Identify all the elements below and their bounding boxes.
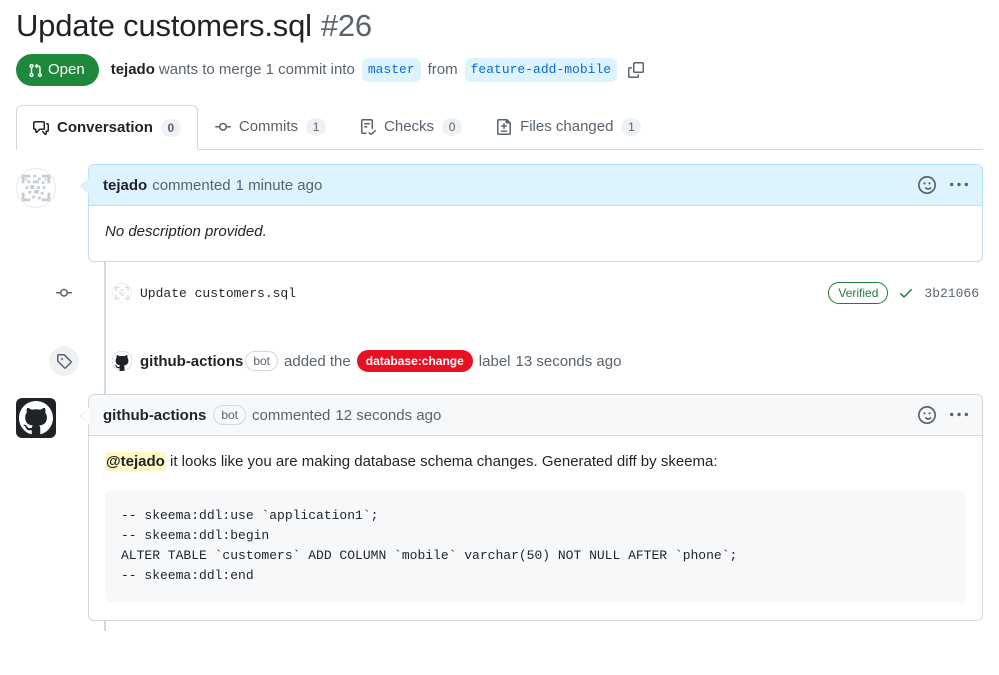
commit-event-row: Update customers.sql Verified 3b21066 [16, 276, 983, 310]
check-icon [898, 285, 914, 301]
label-event-content: github-actions bot added the database:ch… [112, 350, 983, 373]
bot-tag: bot [245, 351, 279, 372]
kebab-horizontal-icon[interactable] [950, 406, 968, 424]
avatar-column [16, 164, 72, 262]
page-title: Update customers.sql #26 [16, 0, 983, 48]
tab-files-changed-count: 1 [621, 117, 642, 136]
comment-timestamp: 1 minute ago [235, 176, 323, 194]
avatar[interactable] [112, 351, 132, 372]
comment-box: tejado commented 1 minute ago No descrip… [80, 164, 983, 263]
tab-files-changed-label: Files changed [520, 118, 614, 135]
smiley-icon[interactable] [918, 176, 936, 194]
head-branch-chip[interactable]: feature-add-mobile [464, 58, 618, 82]
comment-header: tejado commented 1 minute ago [89, 165, 982, 206]
comment-body-text: it looks like you are making database sc… [165, 453, 718, 471]
status-badge-label: Open [48, 61, 85, 78]
pr-tabs: Conversation 0 Commits 1 Checks 0 Files … [16, 104, 983, 150]
comment-author[interactable]: tejado [103, 177, 147, 194]
label-event-icon-col [16, 346, 112, 377]
tab-commits[interactable]: Commits 1 [198, 104, 343, 149]
avatar[interactable] [112, 283, 132, 304]
comment-header-actions [918, 406, 968, 425]
smiley-icon[interactable] [918, 406, 936, 425]
pr-title-text: Update customers.sql [16, 8, 312, 43]
tab-conversation-count: 0 [160, 118, 181, 137]
comment-header: github-actions bot commented 12 seconds … [89, 395, 982, 437]
comment-body: No description provided. [89, 206, 982, 261]
file-diff-icon [496, 118, 512, 135]
tab-checks[interactable]: Checks 0 [343, 104, 479, 149]
label-event-row: github-actions bot added the database:ch… [16, 344, 983, 378]
pr-subheader: Open tejado wants to merge 1 commit into… [16, 54, 983, 86]
comment-body-text: No description provided. [105, 223, 267, 240]
label-event-timestamp: 13 seconds ago [515, 352, 622, 370]
commit-event-icon-col [16, 283, 112, 304]
comment-body: @tejado it looks like you are making dat… [89, 436, 982, 620]
label-event-action: added the [284, 352, 351, 370]
merge-text-2: from [427, 61, 458, 78]
comment-header-actions [918, 176, 968, 194]
checklist-icon [360, 118, 376, 135]
bot-tag: bot [213, 405, 247, 426]
label-event-actor[interactable]: github-actions [140, 353, 243, 370]
merge-text-1: wants to merge 1 commit into [158, 61, 355, 78]
comment-author[interactable]: github-actions [103, 407, 206, 424]
pr-number: #26 [320, 8, 372, 43]
verified-badge[interactable]: Verified [828, 282, 889, 305]
git-commit-icon [214, 119, 231, 135]
commit-meta: Verified 3b21066 [828, 282, 983, 305]
label-chip[interactable]: database:change [356, 350, 473, 373]
comment-action: commented [152, 176, 231, 194]
tab-conversation-label: Conversation [57, 119, 153, 136]
avatar[interactable] [16, 168, 56, 208]
commit-sha[interactable]: 3b21066 [924, 286, 979, 301]
comment-item: github-actions bot commented 12 seconds … [16, 394, 983, 622]
comment-timestamp: 12 seconds ago [335, 406, 442, 424]
pull-request-page: Update customers.sql #26 Open tejado wan… [0, 0, 999, 675]
tab-files-changed[interactable]: Files changed 1 [479, 104, 658, 149]
tag-icon [49, 346, 79, 377]
user-mention[interactable]: @tejado [105, 452, 166, 472]
tab-checks-count: 0 [442, 117, 463, 136]
commit-message[interactable]: Update customers.sql [140, 286, 296, 301]
pull-request-icon [28, 63, 43, 78]
comment-item: tejado commented 1 minute ago No descrip… [16, 164, 983, 263]
status-badge[interactable]: Open [16, 54, 99, 86]
tab-commits-count: 1 [306, 117, 327, 136]
kebab-horizontal-icon[interactable] [950, 176, 968, 194]
pr-author[interactable]: tejado [111, 60, 155, 80]
tab-conversation[interactable]: Conversation 0 [16, 105, 198, 150]
copy-icon[interactable] [628, 62, 645, 78]
comment-box: github-actions bot commented 12 seconds … [80, 394, 983, 622]
avatar-column [16, 394, 72, 621]
code-block: -- skeema:ddl:use `application1`; -- ske… [105, 489, 966, 603]
comment-discussion-icon [33, 120, 49, 136]
tab-checks-label: Checks [384, 118, 435, 135]
comment-action: commented [252, 406, 331, 424]
tab-commits-label: Commits [238, 118, 299, 135]
pr-timeline: tejado commented 1 minute ago No descrip… [16, 164, 983, 632]
git-commit-icon [56, 283, 72, 304]
comment-paragraph: @tejado it looks like you are making dat… [105, 450, 966, 473]
avatar[interactable] [16, 398, 56, 439]
label-event-suffix: label [478, 352, 511, 370]
commit-event-content: Update customers.sql Verified 3b21066 [112, 282, 983, 305]
base-branch-chip[interactable]: master [361, 58, 421, 82]
